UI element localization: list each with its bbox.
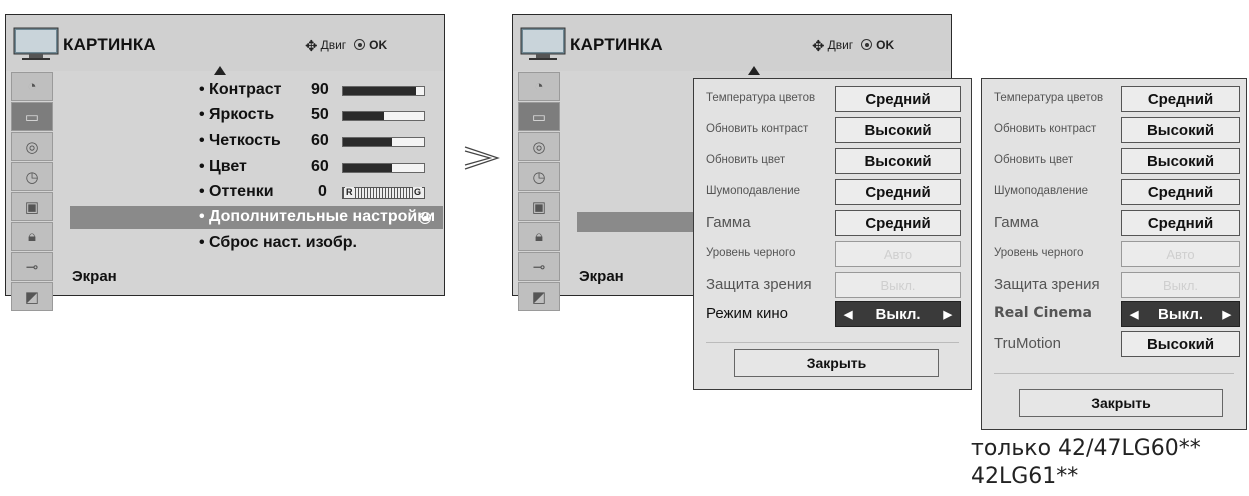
arrow-right-icon[interactable]: ▶: [944, 308, 952, 321]
scroll-up-icon[interactable]: [748, 66, 760, 75]
sidebar: ◔ ▭ ◎ ◷ ▣ 🔒︎ ⊸ ◩: [518, 72, 560, 312]
menu-item-reset[interactable]: • Сброс наст. изобр.: [199, 234, 357, 252]
menu-header: КАРТИНКА ✥ Двиг OK: [6, 15, 444, 71]
cinema-mode-selector[interactable]: ◀ Выкл. ▶: [835, 301, 961, 327]
arrow-left-icon[interactable]: ◀: [844, 308, 852, 321]
arrow-left-icon[interactable]: ◀: [1130, 308, 1138, 321]
brightness-slider[interactable]: [342, 111, 425, 121]
menu-highlight-bar: [577, 212, 697, 232]
tint-slider[interactable]: R G: [342, 187, 425, 199]
advanced-settings-panel-alt: Температура цветов Средний Обновить конт…: [981, 78, 1247, 430]
close-button[interactable]: Закрыть: [734, 349, 939, 377]
audio-icon[interactable]: ◎: [518, 132, 560, 161]
advanced-settings-panel: Температура цветов Средний Обновить конт…: [693, 78, 972, 390]
clock-icon[interactable]: ◷: [11, 162, 53, 191]
menu-item-color[interactable]: • Цвет 60: [199, 158, 427, 178]
screen-icon[interactable]: ◩: [518, 282, 560, 311]
menu-item-sharpness[interactable]: • Четкость 60: [199, 132, 427, 152]
sidebar: ◔ ▭ ◎ ◷ ▣ 🔒︎ ⊸ ◩: [11, 72, 53, 312]
arrow-right-icon[interactable]: ▶: [1223, 308, 1231, 321]
option-icon[interactable]: ▣: [518, 192, 560, 221]
model-note-line-1: только 42/47LG60**: [971, 436, 1201, 461]
menu-header: КАРТИНКА ✥ Двиг OK: [513, 15, 951, 71]
input-icon[interactable]: ⊸: [11, 252, 53, 281]
tv-icon: [520, 27, 566, 60]
picture-icon[interactable]: ▭: [518, 102, 560, 131]
picture-menu-left: КАРТИНКА ✥ Двиг OK ◔ ▭ ◎ ◷ ▣ 🔒︎ ⊸ ◩ • Конт…: [5, 14, 445, 311]
audio-icon[interactable]: ◎: [11, 132, 53, 161]
sound-icon[interactable]: ◔: [518, 72, 560, 101]
menu-title: КАРТИНКА: [63, 35, 156, 54]
slider-fill: [343, 112, 384, 120]
tv-icon: [13, 27, 59, 60]
slider-fill: [343, 87, 416, 95]
divider: [994, 373, 1234, 374]
picture-icon[interactable]: ▭: [11, 102, 53, 131]
model-note: только 42/47LG60** 42LG61**: [971, 435, 1201, 491]
lock-icon[interactable]: 🔒︎: [11, 222, 53, 251]
sound-icon[interactable]: ◔: [11, 72, 53, 101]
lock-icon[interactable]: 🔒︎: [518, 222, 560, 251]
close-button[interactable]: Закрыть: [1019, 389, 1223, 417]
menu-item-contrast[interactable]: • Контраст 90: [199, 81, 427, 101]
sharpness-slider[interactable]: [342, 137, 425, 147]
divider: [706, 342, 959, 343]
color-slider[interactable]: [342, 163, 425, 173]
menu-item-advanced-settings[interactable]: • Дополнительные настройки: [70, 206, 443, 229]
tint-red-label: R: [345, 187, 354, 198]
menu-item-tint[interactable]: • Оттенки 0 R G: [199, 183, 427, 203]
screen-label: Экран: [72, 268, 117, 285]
ok-icon: [354, 39, 366, 50]
ok-icon: [861, 39, 873, 50]
move-icon: ✥: [812, 38, 825, 55]
clock-icon[interactable]: ◷: [518, 162, 560, 191]
menu-hint: ✥ Двиг OK: [305, 38, 388, 55]
contrast-slider[interactable]: [342, 86, 425, 96]
input-icon[interactable]: ⊸: [518, 252, 560, 281]
slider-fill: [343, 164, 392, 172]
menu-item-brightness[interactable]: • Яркость 50: [199, 106, 427, 126]
menu-hint: ✥ Двиг OK: [812, 38, 895, 55]
real-cinema-selector[interactable]: ◀ Выкл. ▶: [1121, 301, 1240, 327]
screen-icon[interactable]: ◩: [11, 282, 53, 311]
ok-radio-icon: [419, 212, 431, 224]
model-note-line-2: 42LG61**: [971, 464, 1079, 489]
menu-title: КАРТИНКА: [570, 35, 663, 54]
option-icon[interactable]: ▣: [11, 192, 53, 221]
move-icon: ✥: [305, 38, 318, 55]
arrow-next-icon: [464, 146, 500, 170]
tint-green-label: G: [412, 187, 422, 198]
slider-fill: [343, 138, 392, 146]
scroll-up-icon[interactable]: [214, 66, 226, 75]
screen-label: Экран: [579, 268, 624, 285]
